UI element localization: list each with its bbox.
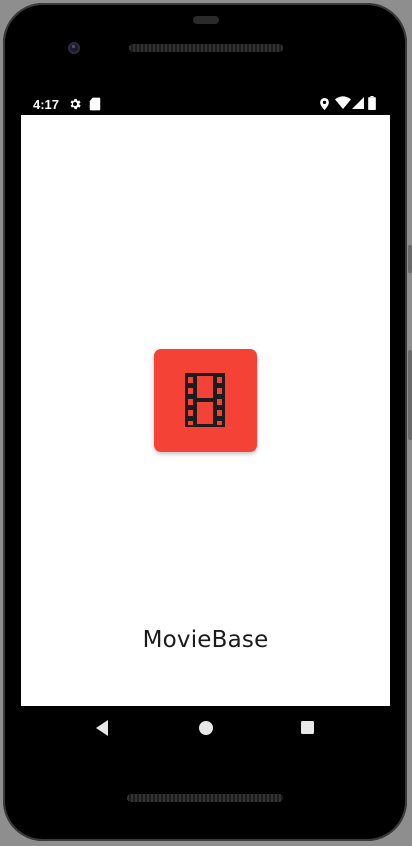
wifi-icon: [335, 96, 351, 109]
battery-icon: [368, 96, 376, 110]
home-button[interactable]: [198, 720, 214, 736]
back-button[interactable]: [95, 719, 109, 737]
volume-button: [408, 350, 412, 440]
app-name: MovieBase: [142, 627, 269, 653]
film-strip-icon: [185, 373, 225, 427]
splash-screen: MovieBase: [21, 115, 390, 706]
status-bar: 4:17: [21, 94, 390, 115]
settings-icon: [70, 98, 81, 110]
location-icon: [320, 97, 329, 111]
recents-button[interactable]: [300, 720, 315, 735]
power-button: [408, 245, 412, 273]
top-speaker-grille: [129, 44, 283, 52]
app-logo: [154, 349, 257, 452]
earpiece: [193, 16, 219, 24]
bottom-speaker-grille: [127, 794, 283, 802]
phone-device: 4:17 MovieBase: [0, 0, 412, 846]
navigation-bar: [21, 706, 390, 752]
status-time: 4:17: [33, 97, 60, 112]
front-camera: [68, 42, 80, 54]
signal-icon: [352, 97, 364, 109]
sd-card-icon: [89, 97, 101, 111]
